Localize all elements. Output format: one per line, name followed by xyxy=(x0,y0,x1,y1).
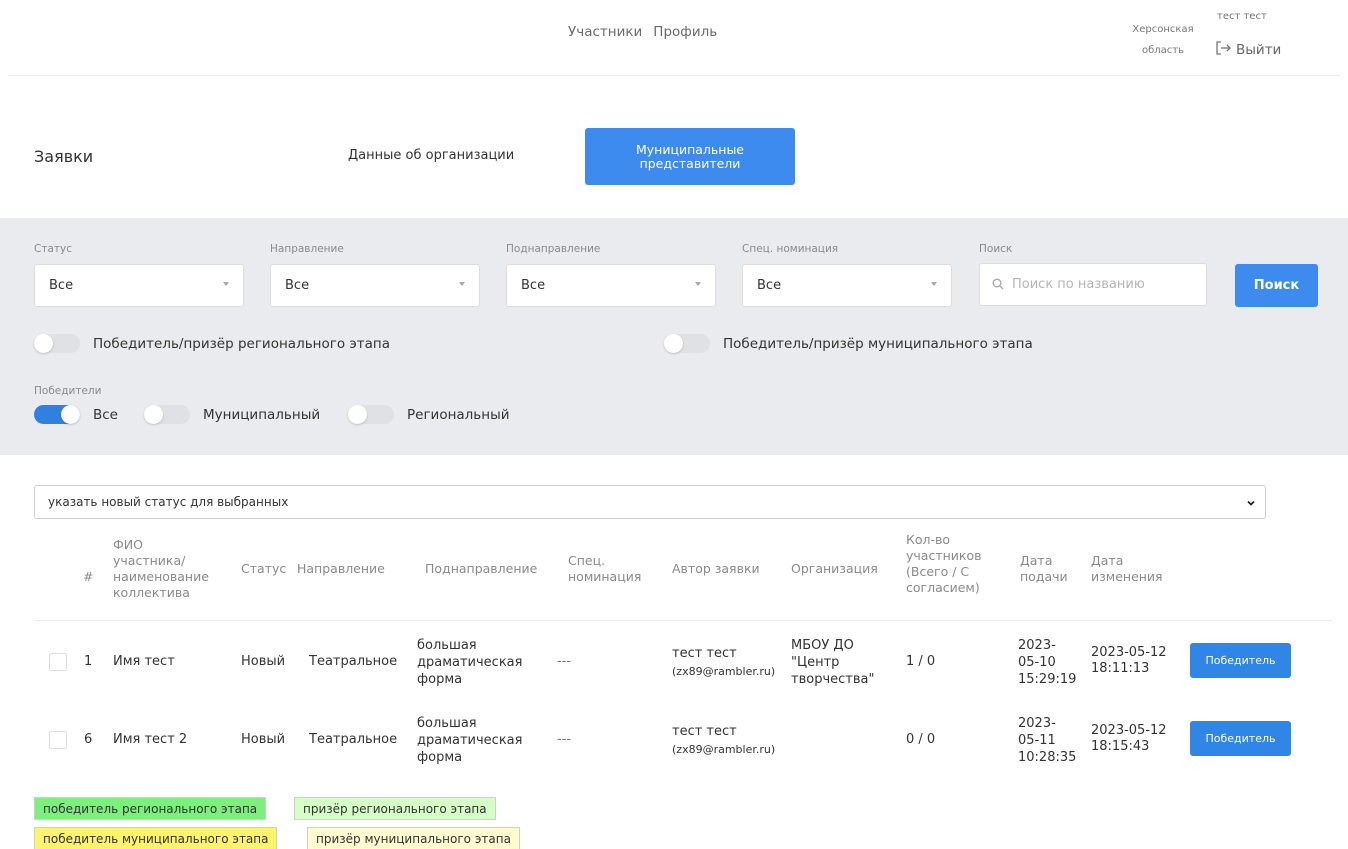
row-submitted: 2023-05-10 15:29:19 xyxy=(1018,638,1077,687)
table-header-divider xyxy=(34,620,1332,621)
col-header-subdirection: Поднаправление xyxy=(425,561,538,576)
legend-regional-prize: призёр регионального этапа xyxy=(294,797,496,820)
toggle-knob xyxy=(34,334,53,353)
row-status: Новый xyxy=(241,654,286,669)
status-filter-label: Статус xyxy=(34,243,72,255)
row-num: 1 xyxy=(84,654,93,669)
winner-button[interactable]: Победитель xyxy=(1190,643,1291,678)
status-select[interactable]: Все xyxy=(34,264,244,307)
winners-municipal-toggle[interactable] xyxy=(144,405,190,424)
logout-label: Выйти xyxy=(1236,42,1282,58)
row-checkbox[interactable] xyxy=(49,731,67,749)
direction-select-value: Все xyxy=(285,278,310,293)
search-icon xyxy=(992,275,1004,294)
nomination-select-value: Все xyxy=(757,278,782,293)
col-header-submitted: Дата подачи xyxy=(1020,553,1068,584)
winners-label: Победители xyxy=(34,385,102,397)
caret-down-icon xyxy=(223,282,229,286)
nav-participants-link[interactable]: Участники xyxy=(568,24,642,40)
logout-icon xyxy=(1214,39,1232,61)
status-select-value: Все xyxy=(49,278,74,293)
legend-municipal-winner: победитель муниципального этапа xyxy=(34,827,278,849)
row-count: 1 / 0 xyxy=(906,654,936,669)
row-direction: Театральное xyxy=(309,732,398,747)
toggle-knob xyxy=(664,334,683,353)
row-nomination: --- xyxy=(557,654,572,669)
winner-button[interactable]: Победитель xyxy=(1190,721,1291,756)
nomination-select[interactable]: Все xyxy=(742,264,952,307)
direction-filter-label: Направление xyxy=(270,243,344,255)
caret-down-icon xyxy=(459,282,465,286)
col-header-fio: ФИО участника/ наименование коллектива xyxy=(113,537,209,600)
col-header-direction: Направление xyxy=(297,561,385,576)
row-checkbox[interactable] xyxy=(49,653,67,671)
row-organization: МБОУ ДО "Центр творчества" xyxy=(791,638,875,687)
row-fio: Имя тест xyxy=(113,654,175,669)
row-author-name: тест тест xyxy=(672,646,737,661)
winners-municipal-label: Муниципальный xyxy=(203,407,321,423)
winners-regional-toggle[interactable] xyxy=(348,405,394,424)
row-num: 6 xyxy=(84,732,93,747)
col-header-status: Статус xyxy=(241,561,287,576)
filter-panel: Статус Все Направление Все Поднаправлени… xyxy=(0,218,1348,455)
row-subdirection: большая драматическая форма xyxy=(417,638,523,687)
top-nav: Участники Профиль xyxy=(568,24,717,40)
row-submitted: 2023-05-11 10:28:35 xyxy=(1018,716,1077,765)
region-name: Херсонская область xyxy=(1132,24,1194,56)
col-header-changed: Дата изменения xyxy=(1091,553,1163,584)
municipal-winner-toggle[interactable] xyxy=(664,334,710,353)
toggle-knob xyxy=(348,405,367,424)
caret-down-icon xyxy=(931,282,937,286)
row-changed: 2023-05-12 18:15:43 xyxy=(1091,723,1167,754)
bulk-status-placeholder: указать новый статус для выбранных xyxy=(48,495,289,509)
user-name: тест тест xyxy=(1217,11,1267,22)
subdirection-filter-label: Поднаправление xyxy=(506,243,601,255)
search-label: Поиск xyxy=(979,243,1013,255)
subdirection-select-value: Все xyxy=(521,278,546,293)
nav-profile-link[interactable]: Профиль xyxy=(653,24,717,40)
col-header-nomination: Спец. номинация xyxy=(568,553,642,584)
col-header-organization: Организация xyxy=(791,561,878,576)
winners-all-toggle[interactable] xyxy=(34,405,80,424)
caret-down-icon xyxy=(695,282,701,286)
tab-municipal-representatives[interactable]: Муниципальные представители xyxy=(585,128,795,185)
row-status: Новый xyxy=(241,732,286,747)
row-nomination: --- xyxy=(557,732,572,747)
regional-winner-toggle-label: Победитель/призёр регионального этапа xyxy=(93,336,391,352)
col-header-author: Автор заявки xyxy=(672,561,760,576)
toggle-knob xyxy=(144,405,163,424)
logout-button[interactable]: Выйти xyxy=(1214,39,1281,61)
legend-regional-winner: победитель регионального этапа xyxy=(34,797,267,820)
direction-select[interactable]: Все xyxy=(270,264,480,307)
row-count: 0 / 0 xyxy=(906,732,936,747)
header-divider xyxy=(8,75,1340,76)
chevron-down-icon xyxy=(1246,497,1256,511)
row-direction: Театральное xyxy=(309,654,398,669)
winners-regional-label: Региональный xyxy=(407,407,510,423)
bulk-status-select[interactable]: указать новый статус для выбранных xyxy=(34,485,1266,519)
municipal-winner-toggle-label: Победитель/призёр муниципального этапа xyxy=(723,336,1033,352)
row-changed: 2023-05-12 18:11:13 xyxy=(1091,645,1167,676)
toggle-knob xyxy=(61,405,80,424)
row-author-email: (zx89@rambler.ru) xyxy=(672,743,776,756)
regional-winner-toggle[interactable] xyxy=(34,334,80,353)
legend-municipal-prize: призёр муниципального этапа xyxy=(307,827,520,849)
row-author-name: тест тест xyxy=(672,724,737,739)
winners-all-label: Все xyxy=(93,407,118,423)
row-fio: Имя тест 2 xyxy=(113,732,188,747)
search-field[interactable] xyxy=(979,263,1207,306)
tab-applications[interactable]: Заявки xyxy=(34,147,93,166)
subdirection-select[interactable]: Все xyxy=(506,264,716,307)
tab-organization-data[interactable]: Данные об организации xyxy=(348,148,514,163)
col-header-num: # xyxy=(83,569,94,584)
nomination-filter-label: Спец. номинация xyxy=(742,243,839,255)
row-author-email: (zx89@rambler.ru) xyxy=(672,665,776,678)
col-header-count: Кол-во участников (Всего / С согласием) xyxy=(906,532,982,595)
search-button[interactable]: Поиск xyxy=(1235,264,1318,307)
search-input[interactable] xyxy=(1012,277,1192,292)
row-subdirection: большая драматическая форма xyxy=(417,716,523,765)
